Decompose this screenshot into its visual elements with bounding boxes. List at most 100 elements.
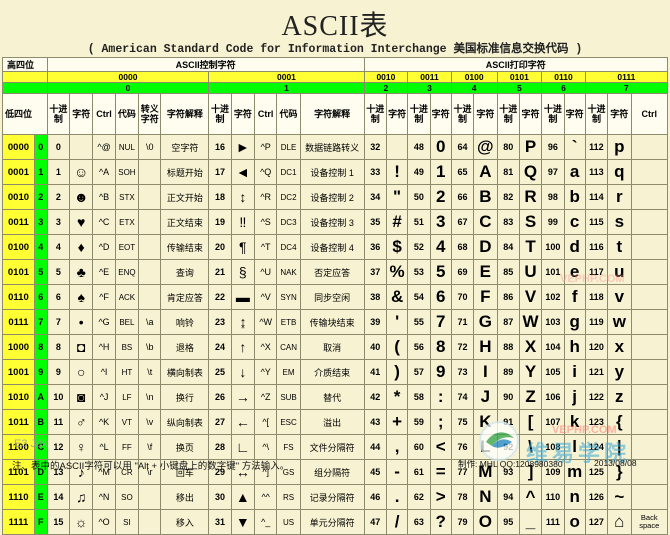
- print-dec: 119: [584, 309, 609, 335]
- ctrl-description: 设备控制 3: [299, 209, 365, 235]
- ctrl-char: ←: [230, 409, 256, 435]
- ctrl-char: ↑: [230, 334, 256, 360]
- print-dec: 64: [450, 134, 475, 160]
- print-ctrl-blank: [630, 234, 668, 260]
- print-ctrl-blank: [630, 409, 668, 435]
- print-char: .: [385, 484, 409, 510]
- print-dec: 116: [584, 234, 609, 260]
- ctrl-key: ^B: [92, 184, 116, 210]
- ctrl-code: DC3: [276, 209, 301, 235]
- ctrl-escape: [138, 184, 162, 210]
- print-char: p: [607, 134, 632, 160]
- print-dec: 89: [496, 359, 520, 385]
- row-low-hex: 1: [33, 159, 48, 185]
- ctrl-dec: 6: [46, 284, 71, 310]
- ctrl-description: 设备控制 1: [299, 159, 365, 185]
- group-print-label: ASCII打印字符: [363, 57, 669, 72]
- print-dec: 97: [541, 159, 565, 185]
- ctrl-description: 替代: [299, 384, 365, 410]
- print-dec: 96: [541, 134, 565, 160]
- ctrl-code: CAN: [276, 334, 301, 360]
- ctrl-char: ◘: [68, 334, 94, 360]
- row-low-bits: 0001: [2, 159, 35, 185]
- col-header-desc: 字符解释: [160, 93, 210, 135]
- print-ctrl-blank: [630, 209, 668, 235]
- col-header-dec: 十进制: [541, 93, 565, 135]
- print-char: F: [473, 284, 498, 310]
- ctrl-code: SOH: [114, 159, 140, 185]
- print-char: [385, 134, 409, 160]
- table-row: 0110 6 6 ♠ ^F ACK 肯定应答 22 ▬ ^V SYN 同步空闲 38 & 54 6 70 F 86 V…: [2, 284, 668, 310]
- row-low-hex: E: [33, 484, 48, 510]
- ctrl-key: ^^: [254, 484, 278, 510]
- print-char: 5: [429, 259, 452, 285]
- ctrl-code: RS: [276, 484, 301, 510]
- ctrl-key: ^\: [254, 434, 278, 460]
- print-dec: 58: [407, 384, 431, 410]
- print-dec: 126: [584, 484, 609, 510]
- print-dec: 39: [363, 309, 387, 335]
- ctrl-code: EM: [276, 359, 301, 385]
- row-low-bits: 1110: [2, 484, 35, 510]
- ctrl-key: ^N: [92, 484, 116, 510]
- ctrl-key: ^H: [92, 334, 116, 360]
- col-header-char: 字符: [230, 93, 256, 135]
- print-dec: 84: [496, 234, 520, 260]
- ctrl-escape: \0: [138, 134, 162, 160]
- ctrl-code: BS: [114, 334, 140, 360]
- row-low-bits: 0100: [2, 234, 35, 260]
- print-char: >: [429, 484, 452, 510]
- row-low-bits: 0110: [2, 284, 35, 310]
- print-char: b: [563, 184, 586, 210]
- ctrl-key: ^@: [92, 134, 116, 160]
- print-dec: 79: [450, 509, 475, 535]
- high-hex-2: 2: [363, 82, 409, 94]
- ctrl-description: 取消: [299, 334, 365, 360]
- ctrl-code: SI: [114, 509, 140, 535]
- ctrl-key: ^Y: [254, 359, 278, 385]
- ctrl-code: FS: [276, 434, 301, 460]
- print-ctrl-blank: [630, 484, 668, 510]
- ctrl-description: 横向制表: [160, 359, 210, 385]
- print-char: c: [563, 209, 586, 235]
- print-char: n: [563, 484, 586, 510]
- print-char: i: [563, 359, 586, 385]
- ctrl-escape: [138, 509, 162, 535]
- print-dec: 54: [407, 284, 431, 310]
- table-row: 0010 2 2 ☻ ^B STX 正文开始 18 ↕ ^R DC2 设备控制 2 34 " 50 2 66 B 8…: [2, 184, 668, 210]
- print-char: /: [385, 509, 409, 535]
- table-row: 0000 0 0 ^@ NUL \0 空字符 16 ► ^P DLE 数据链路转义 32 48 0 64 @80…: [2, 134, 668, 160]
- ctrl-dec: 0: [46, 134, 71, 160]
- print-dec: 51: [407, 209, 431, 235]
- table-row: 1000 8 8 ◘ ^H BS \b 退格 24 ↑ ^X CAN 取消 40(56 8 72 H 88 X 104…: [2, 334, 668, 360]
- ctrl-code: HT: [114, 359, 140, 385]
- ctrl-dec: 28: [208, 434, 232, 460]
- table-row: 1111 F 15 ☼ ^O SI 移入 31 ▼ ^_ US 单元分隔符 47/63? 79 O 95 _ 11…: [2, 509, 668, 535]
- print-char: B: [473, 184, 498, 210]
- print-char: ): [385, 359, 409, 385]
- print-char: t: [607, 234, 632, 260]
- ctrl-key: ^Q: [254, 159, 278, 185]
- ctrl-description: 移出: [160, 484, 210, 510]
- print-dec: 74: [450, 384, 475, 410]
- ctrl-code: US: [276, 509, 301, 535]
- print-char: Y: [518, 359, 543, 385]
- print-dec: 88: [496, 334, 520, 360]
- print-dec: 102: [541, 284, 565, 310]
- corner-high-label: 高四位: [2, 57, 48, 72]
- print-dec: 53: [407, 259, 431, 285]
- ctrl-key: ^D: [92, 234, 116, 260]
- print-char: w: [607, 309, 632, 335]
- print-char: +: [385, 409, 409, 435]
- high-bits-6: 0110: [541, 71, 586, 83]
- page-subtitle: ( American Standard Code for Information…: [87, 43, 583, 56]
- ctrl-char: [68, 134, 94, 160]
- ctrl-char: ►: [230, 134, 256, 160]
- high-bits-0: 0000: [46, 71, 210, 83]
- print-char: %: [385, 259, 409, 285]
- row-low-bits: 0011: [2, 209, 35, 235]
- print-dec: 103: [541, 309, 565, 335]
- print-ctrl-blank: [630, 259, 668, 285]
- ctrl-code: DC2: [276, 184, 301, 210]
- print-char: [: [518, 409, 543, 435]
